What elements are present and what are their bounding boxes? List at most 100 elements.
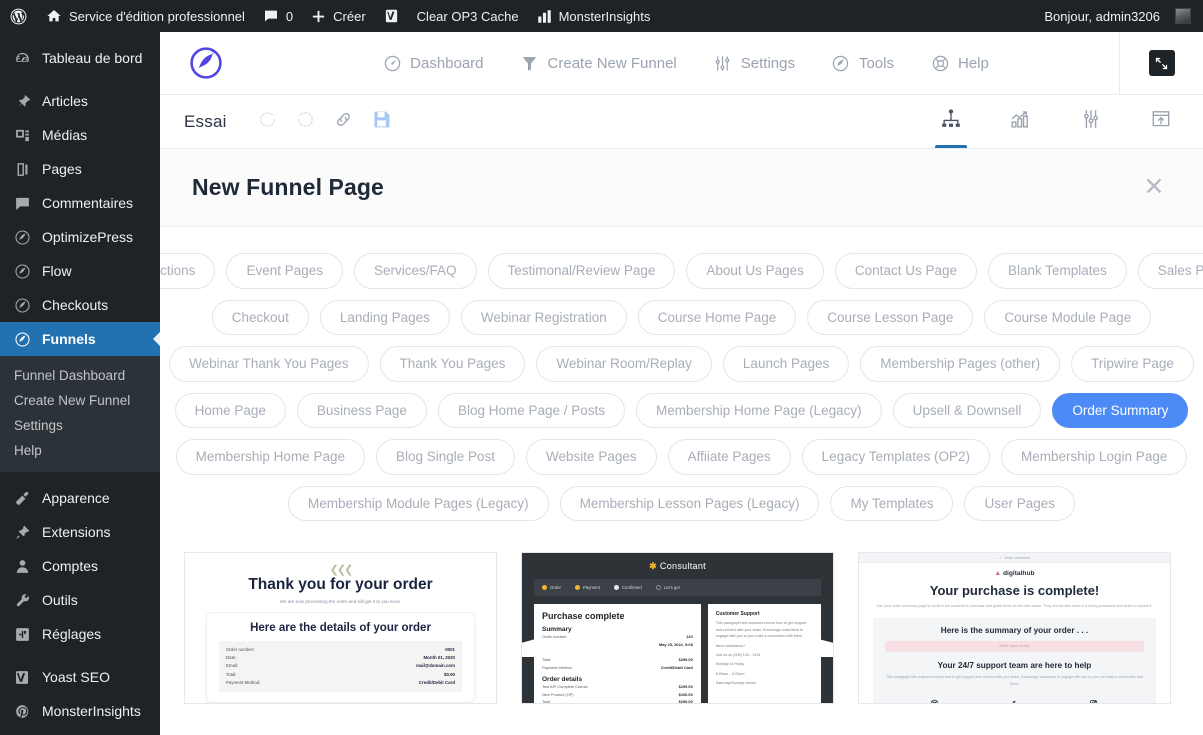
filter-pill[interactable]: Blog Single Post xyxy=(375,439,516,475)
sidebar-item-apparence[interactable]: Apparence xyxy=(0,481,160,515)
template-card-digitalhub-purchase-complete[interactable]: ✓ Order confirmed ▲ digitalhub Your purch… xyxy=(858,552,1171,705)
save-button[interactable] xyxy=(367,107,397,137)
filter-pill[interactable]: Affiiate Pages xyxy=(667,439,791,475)
site-name-menu[interactable]: Service d'édition professionnel xyxy=(37,0,254,32)
social-item[interactable]: Follow us for insights and more xyxy=(1071,695,1117,704)
filter-pill[interactable]: Testimonal/Review Page xyxy=(487,253,676,289)
sidebar-item-flow[interactable]: Flow xyxy=(0,254,160,288)
sidebar-item-reglages[interactable]: Réglages xyxy=(0,617,160,651)
collapse-expand-button[interactable] xyxy=(1119,32,1203,95)
table-row: Order number: 120 xyxy=(542,634,693,640)
filter-pill[interactable]: Webinar Registration xyxy=(460,299,627,336)
comments-bubble[interactable]: 0 xyxy=(254,0,302,32)
filter-pill[interactable]: Launch Pages xyxy=(722,346,850,382)
filter-pill[interactable]: Course Module Page xyxy=(984,299,1152,336)
support-hours: 8:00am – 5:00pm xyxy=(715,671,745,676)
filter-pill[interactable]: Contact Us Page xyxy=(834,253,977,289)
filter-pill[interactable]: Membership Login Page xyxy=(1001,439,1188,475)
filter-pill[interactable]: Services/FAQ xyxy=(354,253,477,289)
filter-pill[interactable]: Upsell & Downsell xyxy=(892,392,1042,429)
filter-pill[interactable]: Home Page xyxy=(174,392,286,429)
funnel-export-tab[interactable] xyxy=(1141,95,1181,148)
sidebar-subitem-settings[interactable]: Settings xyxy=(0,413,160,438)
funnel-steps-tab[interactable] xyxy=(931,95,971,148)
op-nav-label: Help xyxy=(958,54,989,72)
topstrip-label: Order confirmed xyxy=(1004,555,1030,560)
filter-pill[interactable]: Landing Pages xyxy=(319,299,450,336)
sidebar-item-checkouts[interactable]: Checkouts xyxy=(0,288,160,322)
copy-link-button[interactable] xyxy=(329,107,359,137)
close-icon[interactable]: ✕ xyxy=(1139,173,1169,203)
filter-pill[interactable]: User Pages xyxy=(964,485,1076,522)
filter-pill[interactable]: Tripwire Page xyxy=(1071,346,1194,382)
filter-pill[interactable]: Event Pages xyxy=(226,253,343,289)
sidebar-subitem-create-new-funnel[interactable]: Create New Funnel xyxy=(0,388,160,413)
op-nav-create-new-funnel[interactable]: Create New Funnel xyxy=(520,53,677,73)
sidebar-item-extensions[interactable]: Extensions xyxy=(0,515,160,549)
sidebar-item-pages[interactable]: Pages xyxy=(0,152,160,186)
filter-pill[interactable]: Collections xyxy=(160,253,216,289)
filter-pill[interactable]: Membership Lesson Pages (Legacy) xyxy=(559,485,820,522)
optimizepress-rocket-logo[interactable] xyxy=(160,45,252,81)
filter-pill[interactable]: About Us Pages xyxy=(686,253,824,289)
my-account-menu[interactable]: Bonjour, admin3206 xyxy=(1035,0,1203,32)
wordpress-logo-icon xyxy=(9,7,28,26)
sidebar-item-tableau-de-bord[interactable]: Tableau de bord xyxy=(0,41,160,75)
sidebar-subitem-help[interactable]: Help xyxy=(0,438,160,463)
social-item[interactable]: Be part of the conversation on xyxy=(991,695,1035,704)
filter-pill[interactable]: Website Pages xyxy=(526,439,657,475)
filter-pill[interactable]: Membership Home Page xyxy=(175,439,365,475)
row-value: mail@domain.com xyxy=(416,663,455,669)
admin-sidebar-menu: Tableau de bord Articles Médias Pages Co… xyxy=(0,32,160,735)
filter-pill[interactable]: Sales Pages xyxy=(1137,253,1203,289)
sidebar-subitem-funnel-dashboard[interactable]: Funnel Dashboard xyxy=(0,363,160,388)
filter-pill[interactable]: Course Lesson Page xyxy=(807,299,974,336)
filter-pill[interactable]: Business Page xyxy=(296,392,427,429)
filter-pill[interactable]: Membership Home Page (Legacy) xyxy=(636,392,882,429)
wp-logo-menu[interactable] xyxy=(0,0,37,32)
op-nav-items: Dashboard Create New Funnel Settings Too… xyxy=(252,53,1119,73)
filter-pill[interactable]: Blank Templates xyxy=(987,253,1127,289)
order-details-card: Here are the details of your order Order… xyxy=(207,613,474,702)
filter-pill[interactable]: Membership Pages (other) xyxy=(860,346,1061,382)
filter-pill[interactable]: Course Home Page xyxy=(637,299,797,336)
filter-pill[interactable]: Checkout xyxy=(211,299,309,336)
op-nav-tools[interactable]: Tools xyxy=(831,53,894,73)
sidebar-item-comptes[interactable]: Comptes xyxy=(0,549,160,583)
sidebar-item-monsterinsights[interactable]: MonsterInsights xyxy=(0,694,160,728)
consultant-logo-icon: ✱ xyxy=(649,561,657,572)
template-brand: ✱ Consultant xyxy=(522,553,833,572)
filter-pill-active[interactable]: Order Summary xyxy=(1052,392,1189,429)
sidebar-item-optimizepress[interactable]: OptimizePress xyxy=(0,220,160,254)
funnel-name[interactable]: Essai xyxy=(184,112,227,132)
sidebar-item-articles[interactable]: Articles xyxy=(0,84,160,118)
op-nav-dashboard[interactable]: Dashboard xyxy=(382,53,484,73)
sidebar-item-funnels[interactable]: Funnels xyxy=(0,322,160,356)
op-nav-settings[interactable]: Settings xyxy=(713,53,795,73)
redo-button[interactable] xyxy=(291,107,321,137)
checkout-steps: Order Payment Confirmed Let's go! xyxy=(534,579,821,597)
sidebar-item-commentaires[interactable]: Commentaires xyxy=(0,186,160,220)
sidebar-item-outils[interactable]: Outils xyxy=(0,583,160,617)
filter-pill[interactable]: Membership Module Pages (Legacy) xyxy=(287,485,549,522)
funnel-stats-tab[interactable] xyxy=(1001,95,1041,148)
funnel-settings-tab[interactable] xyxy=(1071,95,1111,148)
social-item[interactable]: Contact a support team if you xyxy=(913,695,956,704)
template-card-thank-you-for-your-order[interactable]: ❮❮❮ Thank you for your order We are now … xyxy=(184,552,497,705)
op-nav-help[interactable]: Help xyxy=(930,53,989,73)
sidebar-item-medias[interactable]: Médias xyxy=(0,118,160,152)
clear-op3-cache-button[interactable]: Clear OP3 Cache xyxy=(408,0,528,32)
filter-pill[interactable]: Legacy Templates (OP2) xyxy=(801,439,990,475)
filter-pill[interactable]: Blog Home Page / Posts xyxy=(437,392,626,429)
new-content-menu[interactable]: Créer xyxy=(302,0,375,32)
undo-button[interactable] xyxy=(253,107,283,137)
monsterinsights-menu[interactable]: MonsterInsights xyxy=(528,0,660,32)
filter-pill[interactable]: Thank You Pages xyxy=(379,346,526,382)
filter-pill[interactable]: Webinar Thank You Pages xyxy=(169,346,369,382)
filter-pill[interactable]: Webinar Room/Replay xyxy=(536,346,712,382)
template-card-consultant-purchase-complete[interactable]: ✱ Consultant Order Payment Confirmed Let'… xyxy=(521,552,834,705)
row-label: Order number: xyxy=(226,647,255,653)
sidebar-item-yoast-seo[interactable]: Yoast SEO xyxy=(0,660,160,694)
yoast-menu[interactable] xyxy=(375,0,408,32)
filter-pill[interactable]: My Templates xyxy=(830,485,954,522)
